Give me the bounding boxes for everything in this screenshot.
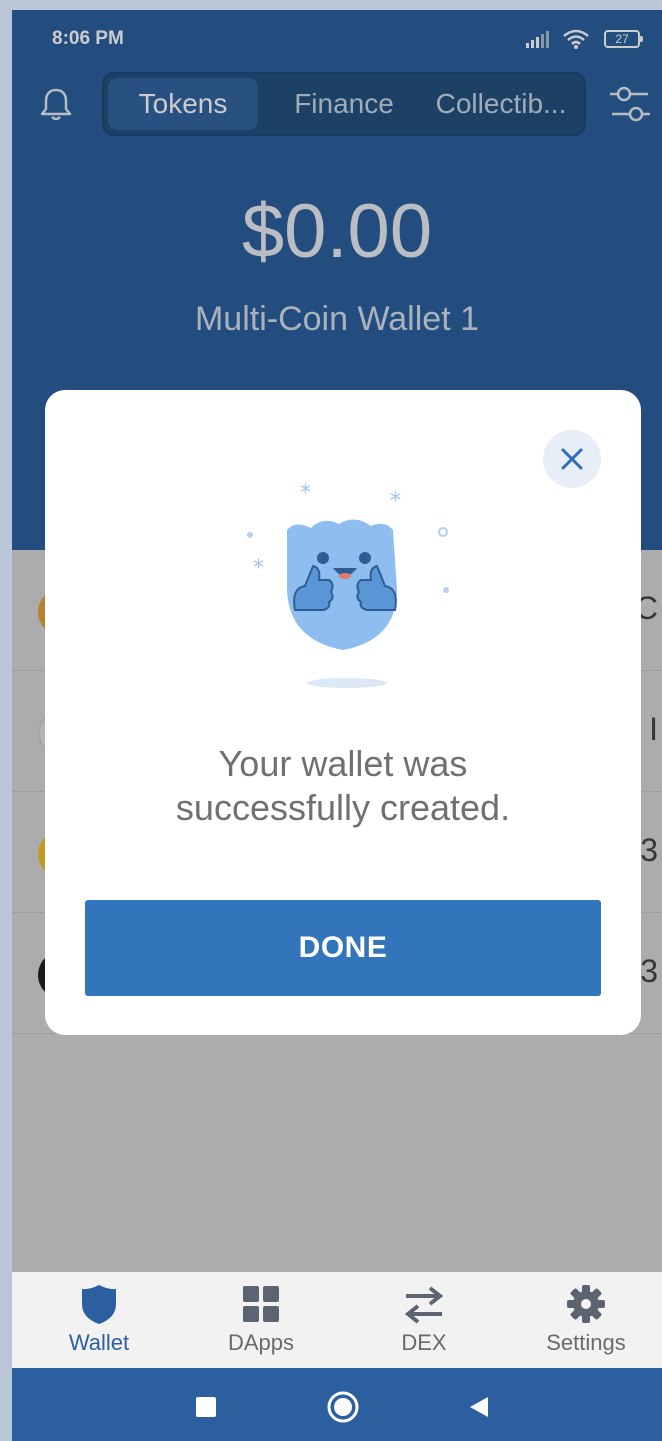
nav-item-settings[interactable]: Settings bbox=[511, 1282, 661, 1356]
svg-text:*: * bbox=[253, 556, 264, 581]
shield-icon bbox=[82, 1285, 116, 1324]
nav-label-dex: DEX bbox=[401, 1330, 447, 1355]
home-circle-icon[interactable] bbox=[326, 1390, 360, 1424]
svg-text:*: * bbox=[300, 481, 311, 506]
happy-shield-mascot-illustration: * * * bbox=[247, 481, 449, 688]
nav-item-wallet[interactable]: Wallet bbox=[24, 1282, 174, 1356]
close-button[interactable] bbox=[543, 430, 601, 488]
bottom-navigation: Wallet DApps DEX Settings bbox=[12, 1272, 662, 1368]
nav-label-dapps: DApps bbox=[227, 1330, 295, 1355]
done-button[interactable]: DONE bbox=[85, 900, 601, 996]
svg-text:*: * bbox=[390, 489, 401, 514]
nav-label-settings: Settings bbox=[546, 1330, 626, 1355]
nav-item-dapps[interactable]: DApps bbox=[186, 1282, 336, 1356]
success-message: Your wallet was successfully created. bbox=[45, 742, 641, 830]
success-message-line-1: Your wallet was bbox=[218, 743, 468, 784]
grid-icon bbox=[243, 1286, 279, 1322]
close-icon bbox=[561, 448, 583, 470]
recents-square-icon[interactable] bbox=[195, 1396, 217, 1418]
phone-screen: 8:06 PM 27 Tokens Finance Collectib... $… bbox=[12, 10, 662, 1441]
gear-icon bbox=[567, 1285, 605, 1323]
nav-item-dex[interactable]: DEX bbox=[349, 1282, 499, 1356]
wallet-created-dialog: * * * Your wallet was successfully creat… bbox=[45, 390, 641, 1035]
system-navigation-bar bbox=[12, 1368, 662, 1441]
back-triangle-icon[interactable] bbox=[468, 1395, 490, 1419]
nav-label-wallet: Wallet bbox=[68, 1330, 130, 1355]
swap-arrows-icon bbox=[404, 1286, 444, 1324]
success-message-line-2: successfully created. bbox=[175, 787, 511, 828]
